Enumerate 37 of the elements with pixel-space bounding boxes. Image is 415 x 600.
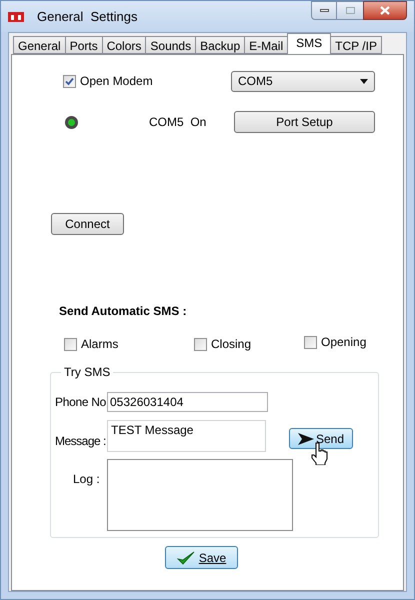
section-heading: Send Automatic SMS :	[59, 303, 188, 320]
tab[interactable]: Sounds	[145, 36, 196, 54]
checkbox[interactable]: Opening	[304, 333, 366, 351]
checkmark-icon	[65, 76, 74, 86]
port-dropdown[interactable]: COM5	[231, 70, 375, 92]
port-status: COM5 On	[149, 114, 206, 131]
send-button[interactable]: Send	[289, 428, 353, 449]
arrow-icon	[298, 432, 314, 444]
tab[interactable]: TCP /IP	[330, 36, 382, 54]
checkbox[interactable]: Open Modem	[63, 72, 153, 90]
tab[interactable]: SMS	[287, 33, 332, 54]
save-button[interactable]: Save	[165, 546, 238, 569]
log-label: Log :	[72, 471, 101, 488]
checkbox[interactable]: Alarms	[64, 335, 194, 353]
tab[interactable]: Backup	[195, 36, 246, 54]
minimize-button[interactable]	[311, 1, 337, 20]
phone-field[interactable]: 05326031404	[107, 392, 268, 412]
close-button[interactable]	[363, 1, 407, 20]
close-icon	[380, 6, 390, 15]
message-field[interactable]: TEST Message	[107, 420, 266, 452]
dropdown-arrow-icon	[360, 78, 368, 84]
phone-label: Phone No	[55, 394, 107, 411]
checkbox[interactable]: Closing	[194, 335, 304, 353]
log-field[interactable]	[107, 459, 293, 531]
tab[interactable]: Colors	[102, 36, 146, 54]
tab[interactable]: Ports	[64, 36, 103, 54]
port-setup-button[interactable]: Port Setup	[234, 111, 375, 133]
tab[interactable]: General	[13, 36, 66, 54]
app-logo-icon	[8, 12, 24, 22]
tab[interactable]: E-Mail	[244, 36, 288, 54]
connect-button[interactable]: Connect	[51, 213, 124, 235]
checkmark-icon	[176, 550, 195, 564]
group-legend: Try SMS	[61, 365, 114, 379]
message-label: Message :	[55, 433, 107, 450]
maximize-button[interactable]	[337, 1, 363, 20]
hand-cursor-icon	[310, 442, 329, 465]
window-title: General Settings	[37, 8, 138, 26]
